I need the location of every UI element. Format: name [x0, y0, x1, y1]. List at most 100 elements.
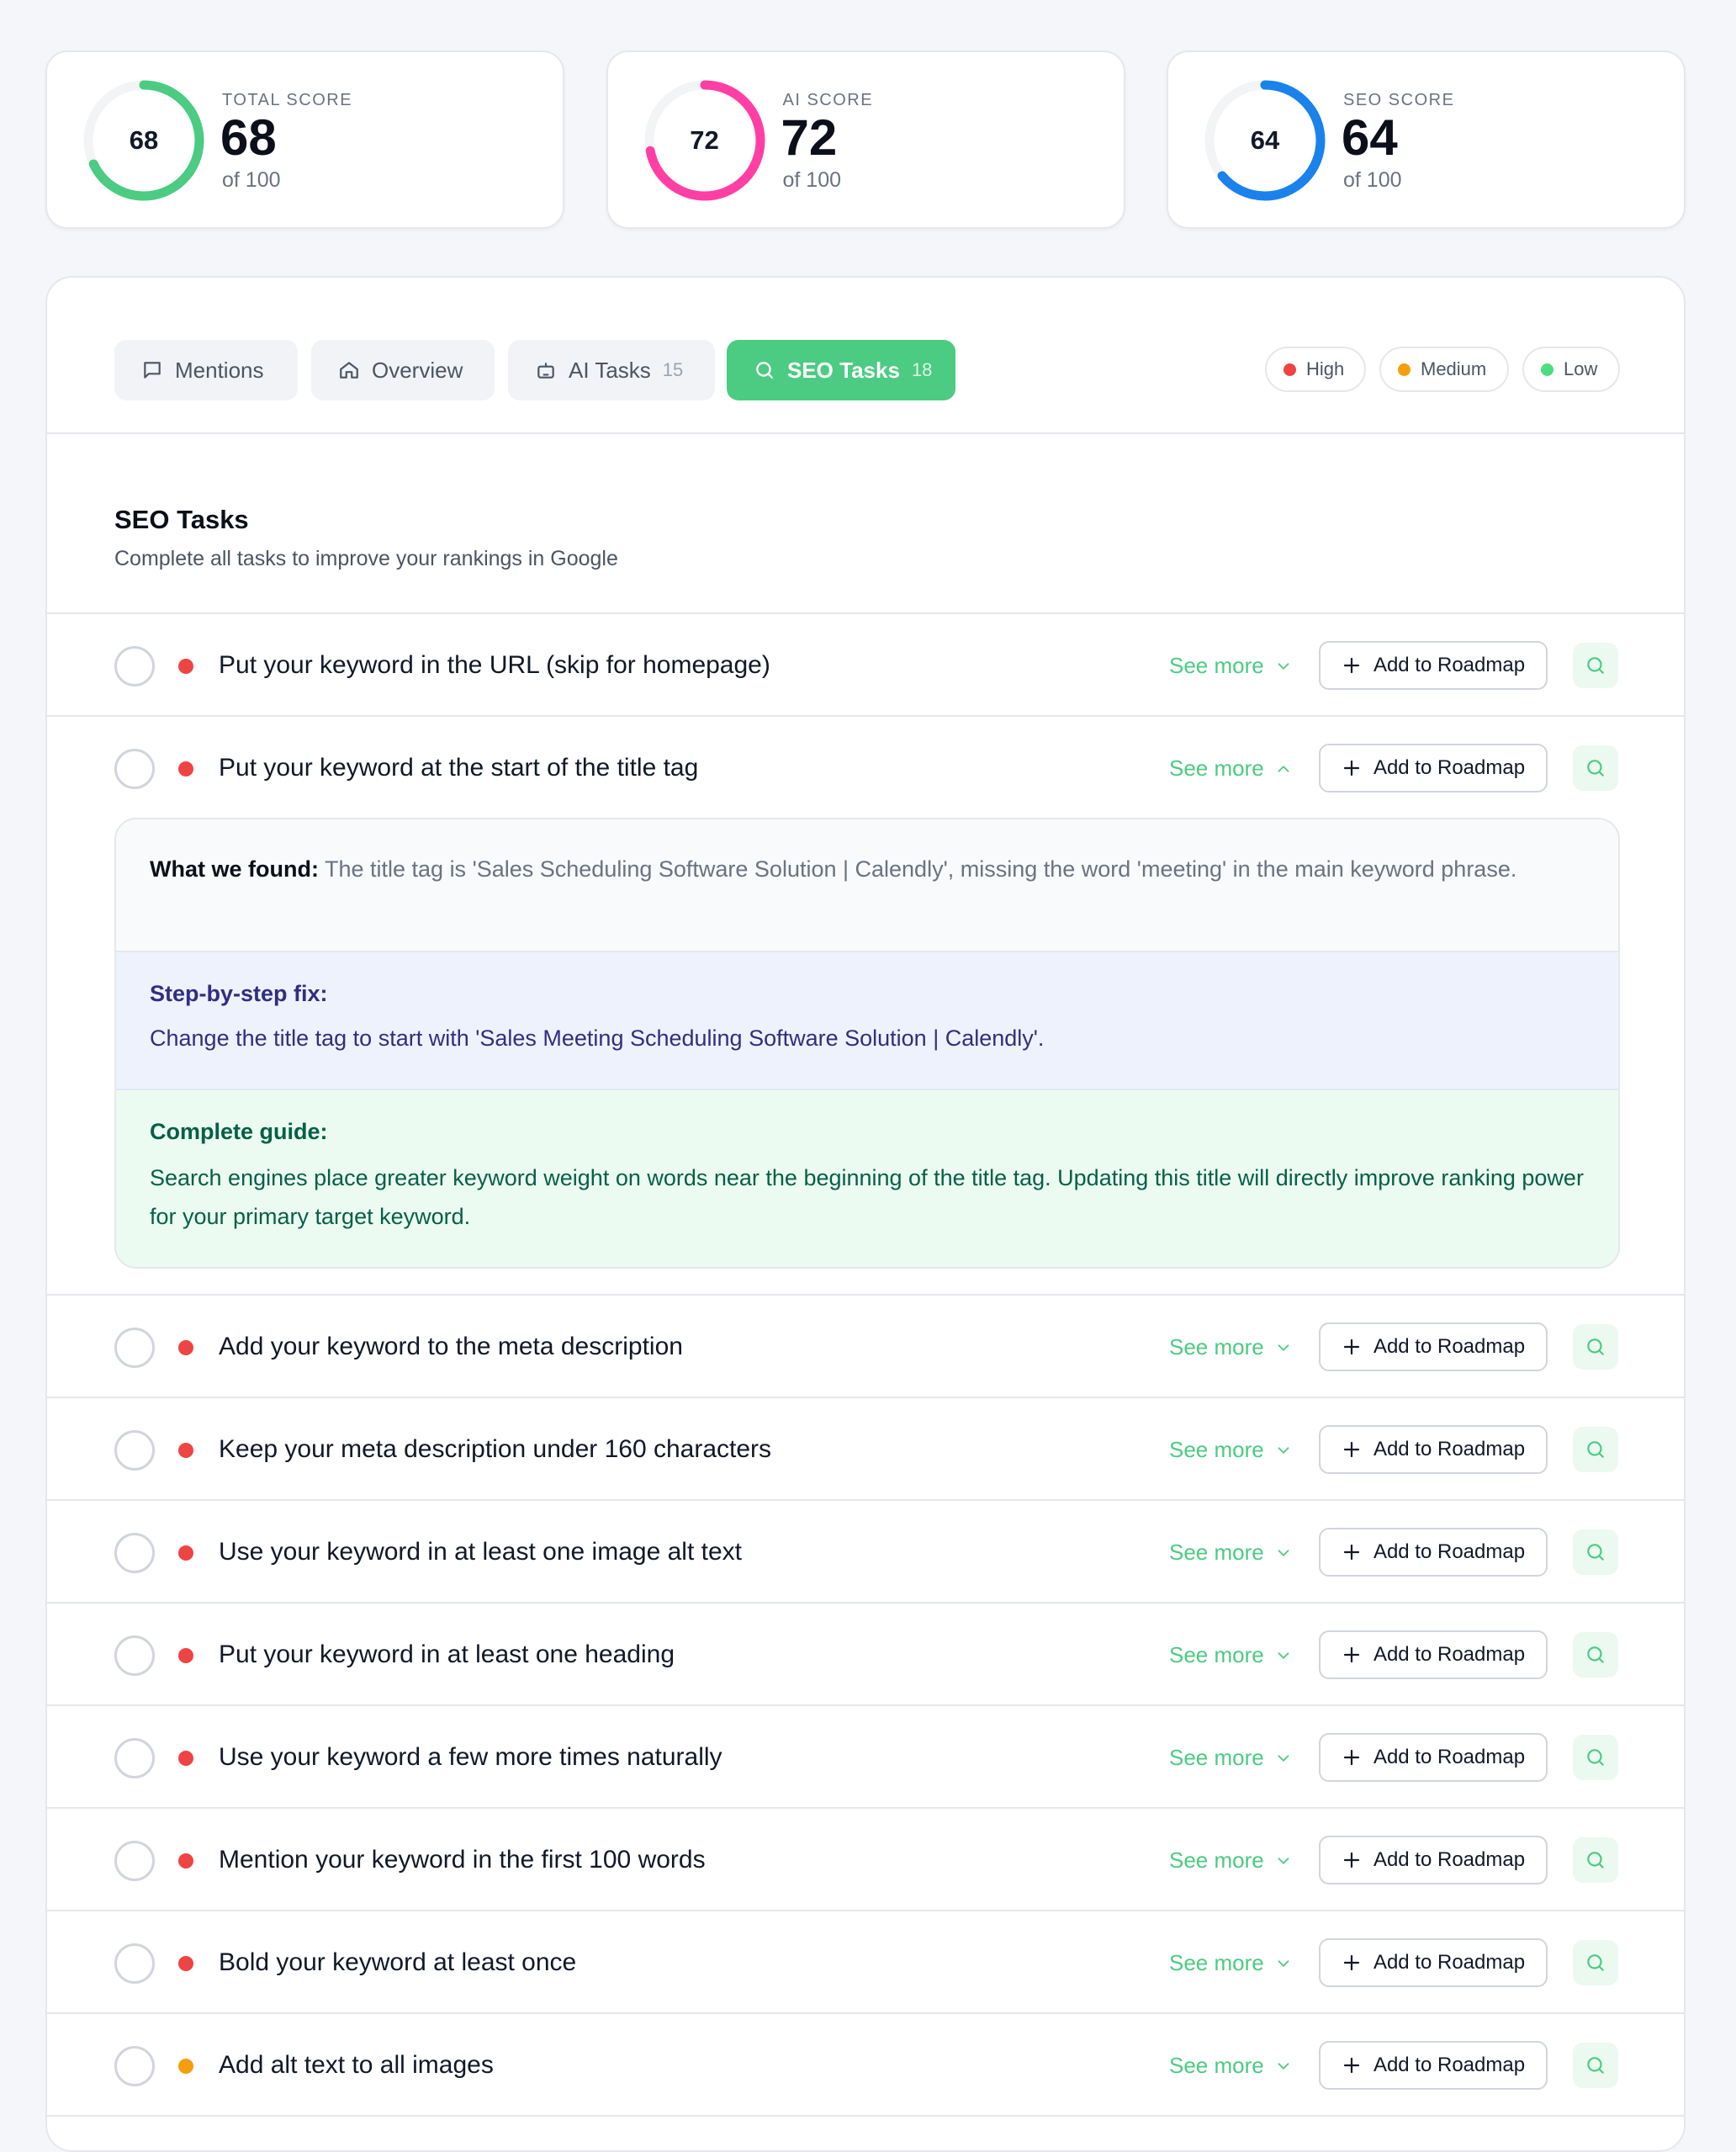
- add-to-roadmap-button[interactable]: Add to Roadmap: [1319, 1836, 1548, 1884]
- tab-overview-label: Overview: [372, 357, 463, 383]
- seo-score-of: of 100: [1343, 168, 1402, 192]
- add-to-roadmap-label: Add to Roadmap: [1373, 1643, 1526, 1666]
- plus-icon: [1343, 1646, 1360, 1663]
- section-header: SEO Tasks Complete all tasks to improve …: [47, 434, 1684, 614]
- task-row: Keep your meta description under 160 cha…: [47, 1398, 1684, 1501]
- task-search-button[interactable]: [1573, 745, 1618, 791]
- plus-icon: [1343, 1749, 1360, 1766]
- chevron-down-icon: [1278, 2062, 1289, 2070]
- complete-guide-label: Complete guide:: [150, 1119, 328, 1144]
- add-to-roadmap-button[interactable]: Add to Roadmap: [1319, 1322, 1548, 1371]
- total-score-card: 68 TOTAL SCORE 68 of 100: [45, 50, 564, 229]
- task-search-button[interactable]: [1573, 1735, 1618, 1780]
- chevron-down-icon: [1278, 1754, 1289, 1762]
- task-checkbox[interactable]: [114, 1635, 155, 1676]
- task-details: What we found: The title tag is 'Sales S…: [114, 818, 1620, 1269]
- task-checkbox[interactable]: [114, 749, 155, 789]
- legend-low: Low: [1522, 347, 1620, 392]
- task-checkbox[interactable]: [114, 1533, 155, 1573]
- complete-guide-text: Search engines place greater keyword wei…: [150, 1165, 1584, 1229]
- task-search-button[interactable]: [1573, 1529, 1618, 1575]
- see-more-toggle[interactable]: See more: [1169, 755, 1293, 782]
- plus-icon: [1343, 657, 1360, 674]
- add-to-roadmap-label: Add to Roadmap: [1373, 654, 1526, 676]
- add-to-roadmap-button[interactable]: Add to Roadmap: [1319, 1938, 1548, 1987]
- section-subtitle: Complete all tasks to improve your ranki…: [114, 547, 618, 570]
- see-more-toggle[interactable]: See more: [1169, 1642, 1293, 1668]
- add-to-roadmap-button[interactable]: Add to Roadmap: [1319, 1528, 1548, 1577]
- task-search-button[interactable]: [1573, 643, 1618, 688]
- legend-high: High: [1265, 347, 1366, 392]
- search-icon: [1587, 1544, 1604, 1561]
- search-icon: [1587, 1338, 1604, 1355]
- see-more-toggle[interactable]: See more: [1169, 2053, 1293, 2079]
- task-checkbox[interactable]: [114, 1943, 155, 1984]
- task-row: Use your keyword in at least one image a…: [47, 1501, 1684, 1603]
- task-checkbox[interactable]: [114, 1841, 155, 1881]
- search-icon: [1587, 1441, 1604, 1458]
- task-checkbox[interactable]: [114, 1328, 155, 1368]
- chevron-down-icon: [1278, 1549, 1289, 1556]
- task-row: Add alt text to all images See more Add to…: [47, 2014, 1684, 2117]
- add-to-roadmap-label: Add to Roadmap: [1373, 1540, 1526, 1563]
- ai-score-value: 72: [781, 109, 838, 166]
- see-more-toggle[interactable]: See more: [1169, 1334, 1293, 1360]
- add-to-roadmap-label: Add to Roadmap: [1373, 1335, 1526, 1358]
- task-row: Put your keyword in at least one heading…: [47, 1603, 1684, 1706]
- priority-dot: [178, 1853, 193, 1868]
- add-to-roadmap-button[interactable]: Add to Roadmap: [1319, 1733, 1548, 1782]
- task-search-button[interactable]: [1573, 1837, 1618, 1883]
- chevron-down-icon: [1278, 1344, 1289, 1351]
- see-more-label: See more: [1169, 1437, 1264, 1462]
- tab-mentions[interactable]: Mentions: [114, 340, 298, 400]
- priority-dot: [178, 1956, 193, 1971]
- task-checkbox[interactable]: [114, 1430, 155, 1471]
- add-to-roadmap-button[interactable]: Add to Roadmap: [1319, 641, 1548, 690]
- home-icon: [340, 362, 358, 379]
- see-more-label: See more: [1169, 1745, 1264, 1770]
- tab-seo-tasks[interactable]: SEO Tasks 18: [727, 340, 955, 400]
- tab-ai-tasks[interactable]: AI Tasks 15: [508, 340, 715, 400]
- see-more-toggle[interactable]: See more: [1169, 1540, 1293, 1566]
- see-more-toggle[interactable]: See more: [1169, 1745, 1293, 1771]
- chevron-down-icon: [1278, 1651, 1289, 1659]
- task-row: Mention your keyword in the first 100 wo…: [47, 1809, 1684, 1911]
- tab-overview[interactable]: Overview: [311, 340, 495, 400]
- see-more-toggle[interactable]: See more: [1169, 653, 1293, 679]
- task-search-button[interactable]: [1573, 1632, 1618, 1678]
- plus-icon: [1343, 760, 1360, 777]
- see-more-toggle[interactable]: See more: [1169, 1950, 1293, 1976]
- plus-icon: [1343, 1441, 1360, 1458]
- seo-score-value: 64: [1342, 109, 1398, 166]
- complete-guide: Complete guide: Search engines place gre…: [116, 1090, 1618, 1267]
- priority-dot: [178, 1751, 193, 1766]
- tab-seo-tasks-label: SEO Tasks: [787, 357, 900, 383]
- task-checkbox[interactable]: [114, 1738, 155, 1778]
- add-to-roadmap-button[interactable]: Add to Roadmap: [1319, 2041, 1548, 2090]
- task-title: Add your keyword to the meta description: [219, 1333, 683, 1360]
- seo-score-card: 64 SEO SCORE 64 of 100: [1167, 50, 1686, 229]
- priority-dot: [178, 761, 193, 777]
- search-icon: [1587, 657, 1604, 674]
- task-row: Put your keyword in the URL (skip for ho…: [47, 614, 1684, 717]
- task-title: Mention your keyword in the first 100 wo…: [219, 1846, 706, 1874]
- task-checkbox[interactable]: [114, 2046, 155, 2086]
- task-search-button[interactable]: [1573, 2043, 1618, 2088]
- see-more-toggle[interactable]: See more: [1169, 1847, 1293, 1874]
- chevron-down-icon: [1278, 662, 1289, 670]
- search-icon: [1587, 2057, 1604, 2074]
- chevron-down-icon: [1278, 1959, 1289, 1967]
- see-more-toggle[interactable]: See more: [1169, 1437, 1293, 1463]
- task-search-button[interactable]: [1573, 1324, 1618, 1370]
- add-to-roadmap-button[interactable]: Add to Roadmap: [1319, 1630, 1548, 1679]
- total-score-of: of 100: [222, 168, 281, 192]
- tab-seo-tasks-count: 18: [911, 359, 933, 380]
- plus-icon: [1343, 1852, 1360, 1868]
- task-checkbox[interactable]: [114, 646, 155, 686]
- task-search-button[interactable]: [1573, 1427, 1618, 1472]
- add-to-roadmap-button[interactable]: Add to Roadmap: [1319, 1425, 1548, 1474]
- add-to-roadmap-button[interactable]: Add to Roadmap: [1319, 744, 1548, 792]
- legend-medium-label: Medium: [1421, 358, 1487, 379]
- see-more-label: See more: [1169, 653, 1264, 678]
- task-search-button[interactable]: [1573, 1940, 1618, 1985]
